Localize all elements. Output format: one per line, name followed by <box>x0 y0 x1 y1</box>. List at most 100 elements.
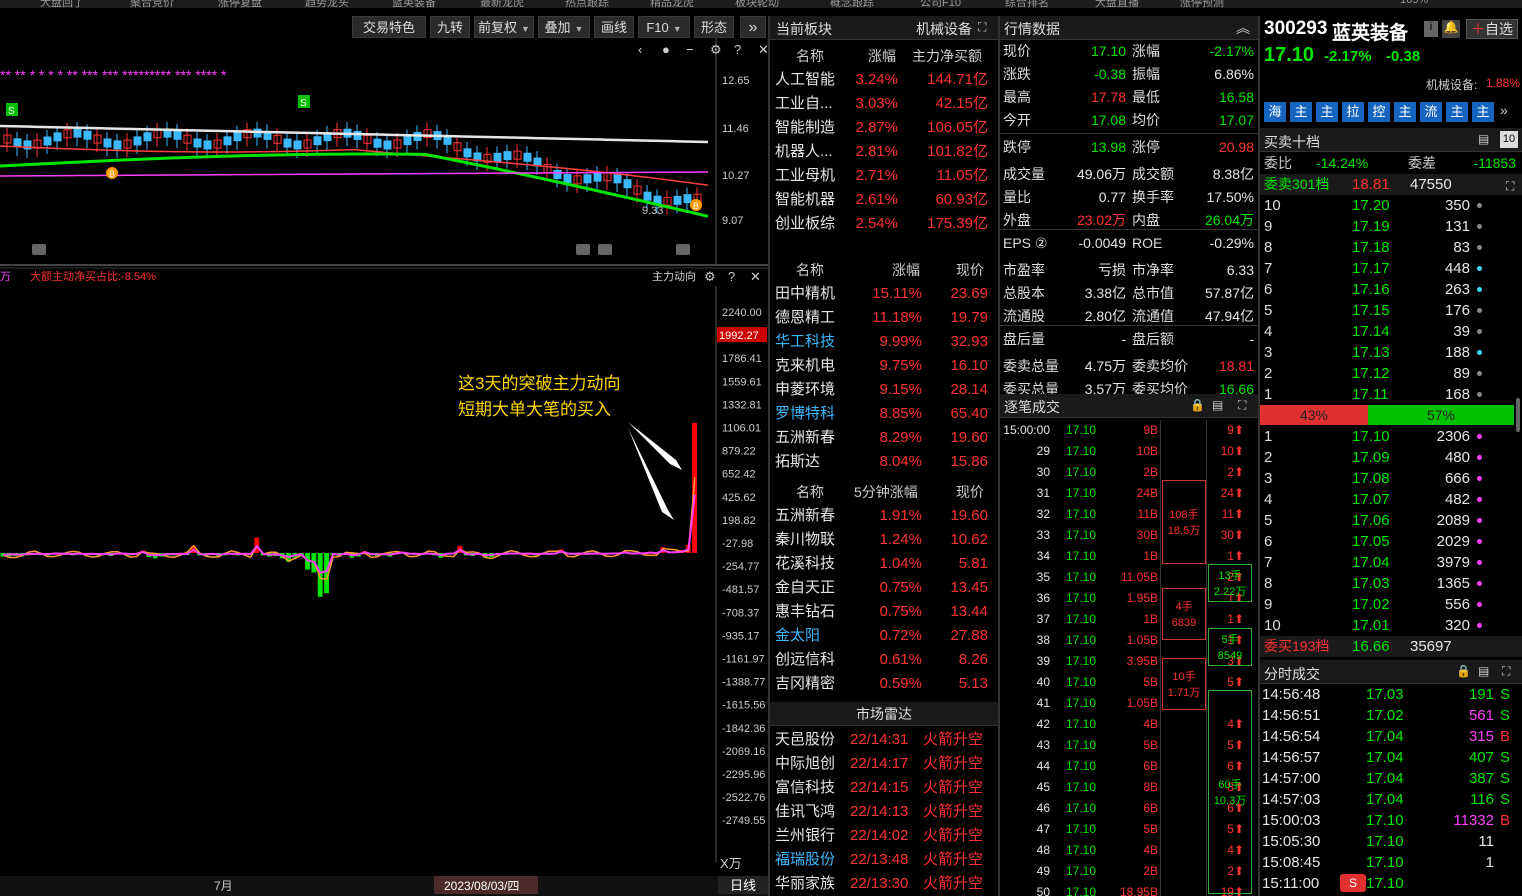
radar-row[interactable]: 富信科技 22/14:15 火箭升空 <box>770 776 998 800</box>
table-row[interactable]: 智能机器 2.61% 60.93亿 <box>770 188 998 212</box>
expand-icon[interactable]: ⛶ <box>1238 398 1246 413</box>
top-tab[interactable]: 精品龙虎 <box>650 0 694 8</box>
bid-row[interactable]: 2 17.09 480 <box>1260 447 1522 468</box>
column-header[interactable]: 名称 <box>796 44 824 68</box>
column-header[interactable]: 主力净买额 <box>912 44 982 68</box>
table-row[interactable]: 智能制造 2.87% 106.05亿 <box>770 116 998 140</box>
toolbar-button[interactable]: 画线 <box>594 16 634 38</box>
help-icon[interactable]: ? <box>728 269 735 284</box>
bid-row[interactable]: 3 17.08 666 <box>1260 468 1522 489</box>
table-row[interactable]: 金太阳 0.72% 27.88 <box>770 624 998 648</box>
gear-icon[interactable]: ⚙ <box>710 42 722 57</box>
stock-tag[interactable]: 流 <box>1420 102 1442 122</box>
ask-row[interactable]: 1 17.11 168 <box>1260 384 1522 405</box>
bid-row[interactable]: 5 17.06 2089 <box>1260 510 1522 531</box>
bid-row[interactable]: 1 17.10 2306 <box>1260 426 1522 447</box>
top-tab[interactable]: 165% <box>1400 0 1428 6</box>
period-button[interactable]: 日线 <box>730 878 756 893</box>
bid-row[interactable]: 7 17.04 3979 <box>1260 552 1522 573</box>
top-tab[interactable]: 热点跟踪 <box>565 0 609 8</box>
toolbar-button[interactable]: 叠加 ▼ <box>538 16 590 38</box>
table-row[interactable]: 机器人... 2.81% 101.82亿 <box>770 140 998 164</box>
ask-row[interactable]: 7 17.17 448 <box>1260 258 1522 279</box>
table-row[interactable]: 德恩精工 11.18% 19.79 <box>770 306 998 330</box>
expand-icon[interactable]: ⛶ <box>978 20 986 35</box>
column-header[interactable]: 涨幅 <box>892 258 920 282</box>
collapse-icon[interactable]: ︽ <box>1236 18 1250 38</box>
bid-row[interactable]: 6 17.05 2029 <box>1260 531 1522 552</box>
table-row[interactable]: 工业自... 3.03% 42.15亿 <box>770 92 998 116</box>
stock-tag[interactable]: 主 <box>1472 102 1494 122</box>
bid-row[interactable]: 8 17.03 1365 <box>1260 573 1522 594</box>
info-icon[interactable]: i <box>1424 21 1438 37</box>
table-row[interactable]: 田中精机 15.11% 23.69 <box>770 282 998 306</box>
radar-row[interactable]: 华丽家族 22/13:30 火箭升空 <box>770 872 998 896</box>
top-tab[interactable]: 最新龙虎 <box>480 0 524 8</box>
ask-row[interactable]: 8 17.18 83 <box>1260 237 1522 258</box>
column-header[interactable]: 5分钟涨幅 <box>854 480 918 504</box>
table-row[interactable]: 创远信科 0.61% 8.26 <box>770 648 998 672</box>
table-row[interactable]: 花溪科技 1.04% 5.81 <box>770 552 998 576</box>
toolbar-button[interactable]: 九转 <box>430 16 470 38</box>
top-tab[interactable]: 概念跟踪 <box>830 0 874 8</box>
bell-icon[interactable]: 🔔 <box>1442 20 1460 38</box>
refresh-icon[interactable]: ‹ <box>638 42 642 57</box>
list-icon[interactable]: ▤ <box>1478 664 1489 678</box>
stock-tag[interactable]: 主 <box>1446 102 1468 122</box>
close-icon[interactable]: ✕ <box>750 269 761 284</box>
table-row[interactable]: 工业母机 2.71% 11.05亿 <box>770 164 998 188</box>
expand-icon[interactable]: ⛶ <box>1502 664 1510 679</box>
add-watchlist-button[interactable]: ＋自选 <box>1466 19 1518 39</box>
scrollbar[interactable] <box>1516 398 1520 432</box>
radar-row[interactable]: 天邑股份 22/14:31 火箭升空 <box>770 728 998 752</box>
list-icon[interactable]: ▤ <box>1212 398 1223 412</box>
ask-row[interactable]: 6 17.16 263 <box>1260 279 1522 300</box>
bid-row[interactable]: 10 17.01 320 <box>1260 615 1522 636</box>
top-tab[interactable]: 综合排名 <box>1005 0 1049 8</box>
ime-icon[interactable]: S <box>1340 874 1366 892</box>
depth-ten-button[interactable]: 10 <box>1500 131 1518 148</box>
ask-row[interactable]: 9 17.19 131 <box>1260 216 1522 237</box>
toolbar-button[interactable]: 交易特色 <box>352 16 426 38</box>
top-tab[interactable]: 趋势龙头 <box>305 0 349 8</box>
indicator-name[interactable]: 主力动向 <box>652 269 696 283</box>
radar-row[interactable]: 福瑞股份 22/13:48 火箭升空 <box>770 848 998 872</box>
event-marker-icon[interactable] <box>598 244 612 255</box>
top-tab[interactable]: 聚合竞价 <box>130 0 174 8</box>
table-row[interactable]: 克来机电 9.75% 16.10 <box>770 354 998 378</box>
table-row[interactable]: 拓斯达 8.04% 15.86 <box>770 450 998 474</box>
table-row[interactable]: 罗博特科 8.85% 65.40 <box>770 402 998 426</box>
more-tools-button[interactable]: » <box>740 16 766 38</box>
column-header[interactable]: 现价 <box>956 258 984 282</box>
table-row[interactable]: 人工智能 3.24% 144.71亿 <box>770 68 998 92</box>
ask-row[interactable]: 3 17.13 188 <box>1260 342 1522 363</box>
more-tags-icon[interactable]: » <box>1500 102 1508 118</box>
table-row[interactable]: 金自天正 0.75% 13.45 <box>770 576 998 600</box>
top-tab[interactable]: 蓝英装备 <box>392 0 436 8</box>
gear-icon[interactable]: ⚙ <box>704 269 716 284</box>
event-marker-icon[interactable] <box>32 244 46 255</box>
table-row[interactable]: 创业板综 2.54% 175.39亿 <box>770 212 998 236</box>
top-tab[interactable]: 大盘直播 <box>1095 0 1139 8</box>
column-header[interactable]: 涨幅 <box>868 44 896 68</box>
close-icon[interactable]: ✕ <box>758 42 768 57</box>
event-marker-icon[interactable] <box>576 244 590 255</box>
stock-tag[interactable]: 拉 <box>1342 102 1364 122</box>
top-tab[interactable]: 板块轮动 <box>735 0 779 8</box>
bid-row[interactable]: 4 17.07 482 <box>1260 489 1522 510</box>
table-row[interactable]: 惠丰钻石 0.75% 13.44 <box>770 600 998 624</box>
toolbar-button[interactable]: 形态▼ <box>694 16 734 56</box>
table-row[interactable]: 秦川物联 1.24% 10.62 <box>770 528 998 552</box>
toolbar-button[interactable]: 前复权 ▼ <box>474 16 534 38</box>
stock-tag[interactable]: 主 <box>1394 102 1416 122</box>
column-header[interactable]: 名称 <box>796 480 824 504</box>
add-icon[interactable]: ● <box>662 42 670 57</box>
top-tab[interactable]: 涨停复盘 <box>218 0 262 8</box>
table-row[interactable]: 五洲新春 8.29% 19.60 <box>770 426 998 450</box>
lock-icon[interactable]: 🔒 <box>1190 398 1205 412</box>
stock-tag[interactable]: 主 <box>1316 102 1338 122</box>
ask-row[interactable]: 4 17.14 39 <box>1260 321 1522 342</box>
radar-row[interactable]: 佳讯飞鸿 22/14:13 火箭升空 <box>770 800 998 824</box>
minus-icon[interactable]: − <box>686 42 694 57</box>
bid-row[interactable]: 9 17.02 556 <box>1260 594 1522 615</box>
